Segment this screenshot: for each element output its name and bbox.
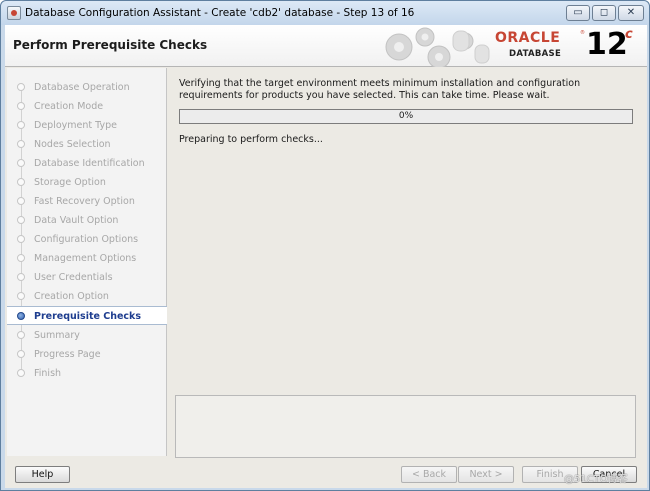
step-label: Progress Page xyxy=(34,349,101,360)
header-banner: Perform Prerequisite Checks ORACLE ® DAT… xyxy=(5,25,647,67)
gears-graphic-icon xyxy=(385,27,490,67)
step-status-icon xyxy=(17,140,25,148)
minimize-icon: ▭ xyxy=(573,7,583,18)
step-label: User Credentials xyxy=(34,272,113,283)
step-label: Fast Recovery Option xyxy=(34,196,135,207)
step-label: Creation Mode xyxy=(34,101,104,112)
title-bar[interactable]: Database Configuration Assistant - Creat… xyxy=(1,1,649,25)
step-status-icon xyxy=(17,178,25,186)
step-creation-mode[interactable]: Creation Mode xyxy=(7,97,167,116)
main-content: Verifying that the target environment me… xyxy=(175,68,645,458)
step-label: Prerequisite Checks xyxy=(34,311,142,322)
registered-mark: ® xyxy=(580,30,585,36)
step-status-icon xyxy=(17,235,25,243)
step-status-icon xyxy=(17,331,25,339)
step-nodes-selection[interactable]: Nodes Selection xyxy=(7,135,167,154)
details-panel xyxy=(175,395,636,458)
version-number: 12 xyxy=(586,27,628,62)
step-label: Deployment Type xyxy=(34,120,117,131)
step-progress-page: Progress Page xyxy=(7,345,167,364)
step-label: Creation Option xyxy=(34,291,109,302)
step-status-icon xyxy=(17,102,25,110)
step-label: Nodes Selection xyxy=(34,139,111,150)
progress-bar: 0% xyxy=(179,109,633,124)
step-database-operation[interactable]: Database Operation xyxy=(7,78,167,97)
dialog-client-area: Perform Prerequisite Checks ORACLE ® DAT… xyxy=(5,25,647,488)
back-button[interactable]: < Back xyxy=(401,466,457,483)
step-fast-recovery-option[interactable]: Fast Recovery Option xyxy=(7,192,167,211)
minimize-button[interactable]: ▭ xyxy=(566,5,590,21)
step-status-icon xyxy=(17,350,25,358)
step-label: Configuration Options xyxy=(34,234,139,245)
step-label: Storage Option xyxy=(34,177,106,188)
step-status-icon xyxy=(17,292,25,300)
step-configuration-options[interactable]: Configuration Options xyxy=(7,230,167,249)
help-button[interactable]: Help xyxy=(15,466,70,483)
close-button[interactable]: ✕ xyxy=(618,5,644,21)
step-status-icon xyxy=(17,121,25,129)
oracle-logo: ORACLE ® DATABASE 12 c xyxy=(495,27,643,63)
progress-label: 0% xyxy=(398,111,414,121)
version-suffix: c xyxy=(625,27,633,42)
maximize-button[interactable]: ◻ xyxy=(592,5,616,21)
verify-message: Verifying that the target environment me… xyxy=(179,78,581,101)
maximize-icon: ◻ xyxy=(599,7,609,18)
step-database-identification[interactable]: Database Identification xyxy=(7,154,167,173)
step-summary: Summary xyxy=(7,326,167,345)
step-status-icon xyxy=(17,254,25,262)
step-user-credentials[interactable]: User Credentials xyxy=(7,268,167,287)
dbca-window: Database Configuration Assistant - Creat… xyxy=(0,0,650,491)
oracle-wordmark: ORACLE xyxy=(495,30,561,46)
step-label: Data Vault Option xyxy=(34,215,119,226)
step-status-icon xyxy=(17,159,25,167)
step-storage-option[interactable]: Storage Option xyxy=(7,173,167,192)
step-status-icon xyxy=(17,369,25,377)
window-title: Database Configuration Assistant - Creat… xyxy=(25,7,415,19)
step-finish: Finish xyxy=(7,364,167,383)
step-status-icon xyxy=(17,273,25,281)
step-management-options[interactable]: Management Options xyxy=(7,249,167,268)
steps-sidebar: Database Operation Creation Mode Deploym… xyxy=(7,68,167,456)
step-label: Finish xyxy=(34,368,62,379)
step-label: Summary xyxy=(34,330,80,341)
page-title: Perform Prerequisite Checks xyxy=(13,38,208,52)
next-button[interactable]: Next > xyxy=(458,466,514,483)
step-data-vault-option[interactable]: Data Vault Option xyxy=(7,211,167,230)
step-label: Database Operation xyxy=(34,82,130,93)
watermark: @51CTO博客 xyxy=(564,474,628,485)
step-label: Database Identification xyxy=(34,158,145,169)
app-icon xyxy=(7,6,21,20)
database-wordmark: DATABASE xyxy=(509,49,562,59)
step-label: Management Options xyxy=(34,253,137,264)
current-step-icon xyxy=(17,312,25,320)
step-deployment-type[interactable]: Deployment Type xyxy=(7,116,167,135)
step-status-icon xyxy=(17,83,25,91)
step-prerequisite-checks[interactable]: Prerequisite Checks xyxy=(7,306,167,325)
status-message: Preparing to perform checks... xyxy=(179,134,323,145)
close-icon: ✕ xyxy=(626,7,636,18)
step-status-icon xyxy=(17,216,25,224)
step-creation-option[interactable]: Creation Option xyxy=(7,287,167,306)
step-status-icon xyxy=(17,197,25,205)
